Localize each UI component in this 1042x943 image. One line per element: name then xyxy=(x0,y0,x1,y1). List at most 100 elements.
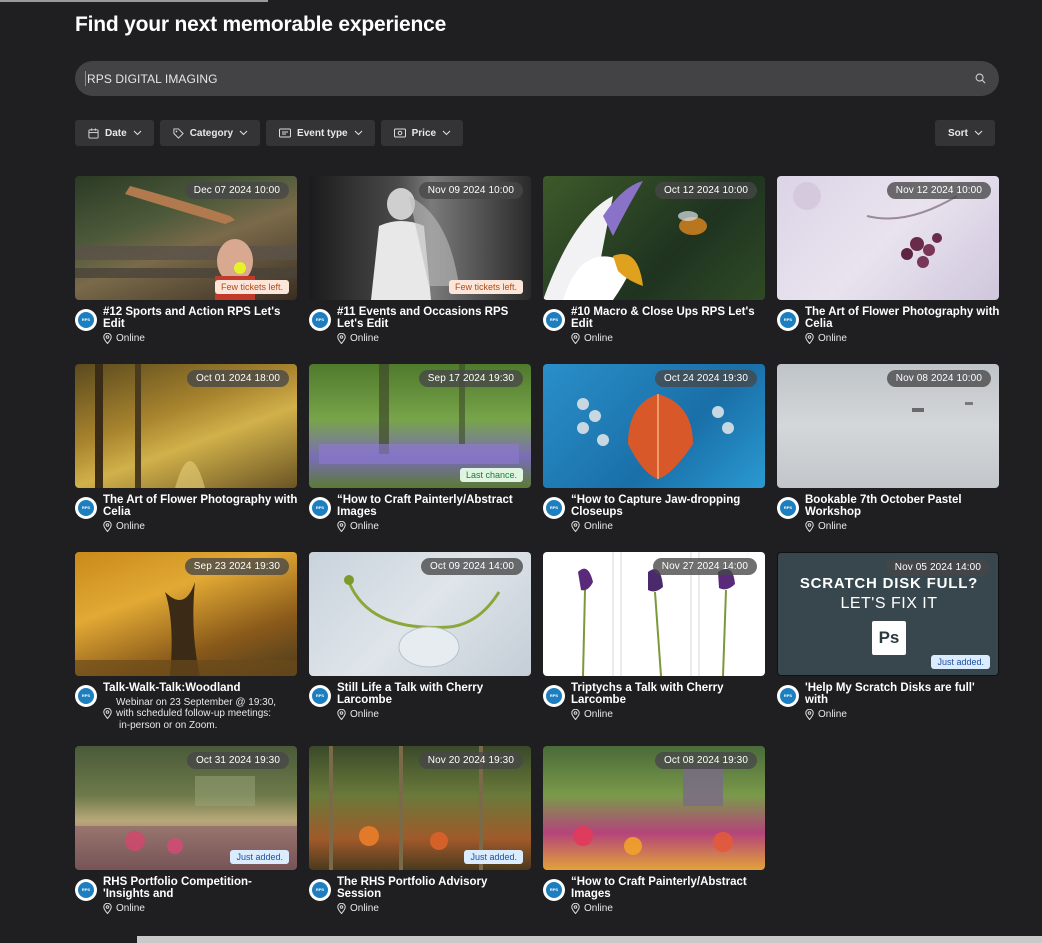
event-location-text: Online xyxy=(350,333,379,344)
event-title[interactable]: #10 Macro & Close Ups RPS Let's Edit xyxy=(571,306,766,330)
event-location-text: Webinar on 23 September @ 19:30, xyxy=(116,697,277,708)
event-info: RPS “How to Craft Painterly/Abstract Ima… xyxy=(543,876,765,914)
rps-logo-icon: RPS xyxy=(75,879,97,901)
event-location-text: Online xyxy=(584,333,613,344)
rps-logo-icon: RPS xyxy=(777,685,799,707)
event-info: RPS “How to Craft Painterly/Abstract Ima… xyxy=(309,494,531,532)
page-title: Find your next memorable experience xyxy=(75,13,447,36)
event-info: RPS #10 Macro & Close Ups RPS Let's Edit… xyxy=(543,306,765,344)
event-title[interactable]: Still Life a Talk with Cherry Larcombe xyxy=(337,682,532,706)
event-title[interactable]: RHS Portfolio Competition- 'Insights and xyxy=(103,876,298,900)
event-location-extra: with scheduled follow-up meetings: xyxy=(103,708,298,719)
event-thumbnail[interactable]: Oct 09 2024 14:00 xyxy=(309,552,531,676)
event-title[interactable]: 'Help My Scratch Disks are full' with xyxy=(805,682,1000,706)
event-title[interactable]: The Art of Flower Photography with Celia xyxy=(103,494,298,518)
date-filter-button[interactable]: Date xyxy=(75,120,154,146)
event-thumbnail[interactable]: Sep 23 2024 19:30 xyxy=(75,552,297,676)
thumb-subheadline: LET'S FIX IT xyxy=(840,595,938,612)
event-card[interactable]: SCRATCH DISK FULL? LET'S FIX IT Ps Nov 0… xyxy=(777,552,999,746)
event-location: Online xyxy=(337,709,532,720)
event-info: RPS 'Help My Scratch Disks are full' wit… xyxy=(777,682,999,720)
price-icon xyxy=(393,128,406,138)
event-card[interactable]: Oct 08 2024 19:30 RPS “How to Craft Pain… xyxy=(543,746,765,934)
location-pin-icon xyxy=(337,903,346,914)
event-location-text: Online xyxy=(584,709,613,720)
date-filter-label: Date xyxy=(105,127,127,139)
event-title[interactable]: “How to Craft Painterly/Abstract Images xyxy=(571,876,766,900)
event-card[interactable]: Nov 12 2024 10:00 RPS The Art of Flower … xyxy=(777,176,999,364)
event-thumbnail[interactable]: Nov 20 2024 19:30 Just added. xyxy=(309,746,531,870)
event-grid: Dec 07 2024 10:00 Few tickets left. RPS … xyxy=(75,176,999,934)
event-card[interactable]: Nov 08 2024 10:00 RPS Bookable 7th Octob… xyxy=(777,364,999,552)
rps-logo-icon: RPS xyxy=(309,497,331,519)
photoshop-logo: Ps xyxy=(872,621,906,655)
event-title[interactable]: “How to Craft Painterly/Abstract Images xyxy=(337,494,532,518)
event-title[interactable]: Talk-Walk-Talk:Woodland xyxy=(103,682,298,694)
event-thumbnail[interactable]: Oct 12 2024 10:00 xyxy=(543,176,765,300)
event-title[interactable]: Triptychs a Talk with Cherry Larcombe xyxy=(571,682,766,706)
event-title[interactable]: The RHS Portfolio Advisory Session xyxy=(337,876,532,900)
event-location-text: Online xyxy=(818,333,847,344)
event-type-filter-button[interactable]: Event type xyxy=(266,120,375,146)
rps-logo-icon: RPS xyxy=(309,685,331,707)
event-card[interactable]: Nov 27 2024 14:00 RPS Triptychs a Talk w… xyxy=(543,552,765,746)
event-card[interactable]: Dec 07 2024 10:00 Few tickets left. RPS … xyxy=(75,176,297,364)
event-location-text: Online xyxy=(350,521,379,532)
event-card[interactable]: Oct 09 2024 14:00 RPS Still Life a Talk … xyxy=(309,552,531,746)
event-location: Online xyxy=(337,521,532,532)
event-thumbnail[interactable]: Sep 17 2024 19:30 Last chance. xyxy=(309,364,531,488)
event-location: Online xyxy=(805,709,1000,720)
search-icon[interactable] xyxy=(973,72,987,86)
event-card[interactable]: Nov 20 2024 19:30 Just added. RPS The RH… xyxy=(309,746,531,934)
event-thumbnail[interactable]: Oct 01 2024 18:00 xyxy=(75,364,297,488)
event-title[interactable]: The Art of Flower Photography with Celia xyxy=(805,306,1000,330)
event-card[interactable]: Sep 23 2024 19:30 RPS Talk-Walk-Talk:Woo… xyxy=(75,552,297,746)
price-filter-button[interactable]: Price xyxy=(380,120,464,146)
category-filter-button[interactable]: Category xyxy=(159,120,261,146)
availability-badge: Last chance. xyxy=(459,468,523,482)
event-location: Online xyxy=(571,521,766,532)
availability-badge: Few tickets left. xyxy=(214,280,289,294)
event-date: Nov 08 2024 10:00 xyxy=(886,370,991,387)
event-title[interactable]: Bookable 7th October Pastel Workshop xyxy=(805,494,1000,518)
event-card[interactable]: Oct 01 2024 18:00 RPS The Art of Flower … xyxy=(75,364,297,552)
filter-bar: Date Category Event type Price xyxy=(75,120,464,146)
event-info: RPS Bookable 7th October Pastel Workshop… xyxy=(777,494,999,532)
event-card[interactable]: Oct 24 2024 19:30 RPS “How to Capture Ja… xyxy=(543,364,765,552)
event-location: Online xyxy=(571,709,766,720)
event-date: Oct 08 2024 19:30 xyxy=(655,752,757,769)
event-title[interactable]: #12 Sports and Action RPS Let's Edit xyxy=(103,306,298,330)
search-bar[interactable] xyxy=(75,61,999,96)
event-card[interactable]: Nov 09 2024 10:00 Few tickets left. RPS … xyxy=(309,176,531,364)
location-pin-icon xyxy=(805,521,814,532)
event-location-text: Online xyxy=(350,903,379,914)
event-title[interactable]: #11 Events and Occasions RPS Let's Edit xyxy=(337,306,532,330)
bottom-scrollbar[interactable] xyxy=(0,936,1042,943)
event-date: Oct 01 2024 18:00 xyxy=(187,370,289,387)
event-date: Dec 07 2024 10:00 xyxy=(184,182,289,199)
event-thumbnail[interactable]: SCRATCH DISK FULL? LET'S FIX IT Ps Nov 0… xyxy=(777,552,999,676)
event-thumbnail[interactable]: Oct 24 2024 19:30 xyxy=(543,364,765,488)
event-card[interactable]: Sep 17 2024 19:30 Last chance. RPS “How … xyxy=(309,364,531,552)
event-location-text: Online xyxy=(350,709,379,720)
event-thumbnail[interactable]: Nov 09 2024 10:00 Few tickets left. xyxy=(309,176,531,300)
window-edge xyxy=(0,0,268,2)
event-card[interactable]: Oct 12 2024 10:00 RPS #10 Macro & Close … xyxy=(543,176,765,364)
location-pin-icon xyxy=(103,521,112,532)
event-thumbnail[interactable]: Nov 08 2024 10:00 xyxy=(777,364,999,488)
event-thumbnail[interactable]: Oct 31 2024 19:30 Just added. xyxy=(75,746,297,870)
event-thumbnail[interactable]: Nov 12 2024 10:00 xyxy=(777,176,999,300)
rps-logo-icon: RPS xyxy=(543,309,565,331)
event-card[interactable]: Oct 31 2024 19:30 Just added. RPS RHS Po… xyxy=(75,746,297,934)
event-title[interactable]: “How to Capture Jaw-dropping Closeups xyxy=(571,494,766,518)
location-pin-icon xyxy=(103,333,112,344)
search-input[interactable] xyxy=(87,71,973,86)
event-thumbnail[interactable]: Dec 07 2024 10:00 Few tickets left. xyxy=(75,176,297,300)
event-thumbnail[interactable]: Nov 27 2024 14:00 xyxy=(543,552,765,676)
event-info: RPS #11 Events and Occasions RPS Let's E… xyxy=(309,306,531,344)
sort-button[interactable]: Sort xyxy=(935,120,995,146)
event-thumbnail[interactable]: Oct 08 2024 19:30 xyxy=(543,746,765,870)
rps-logo-icon: RPS xyxy=(75,685,97,707)
bottom-bar-dark xyxy=(0,936,137,943)
event-date: Oct 12 2024 10:00 xyxy=(655,182,757,199)
